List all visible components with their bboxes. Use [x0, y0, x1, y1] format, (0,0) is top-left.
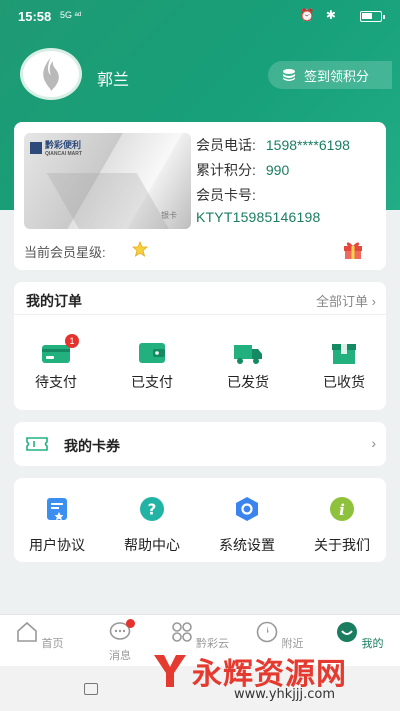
network-indicator: 5G ᵃᵈ	[60, 10, 82, 20]
watermark-logo-icon	[154, 655, 186, 687]
gift-icon[interactable]	[342, 238, 364, 260]
ticket-icon	[26, 437, 48, 451]
divider	[14, 314, 386, 315]
card-brand-en: QIANCAI MART	[45, 151, 82, 157]
tab-home[interactable]: 首页	[10, 621, 70, 651]
tab-label: 消息	[109, 650, 131, 662]
unread-dot	[126, 619, 135, 628]
signin-points-button[interactable]: 签到领积分	[268, 61, 392, 89]
wallet-card-icon: 1	[41, 334, 79, 366]
vip-card-image[interactable]: 黔彩便利 QIANCAI MART 银卡	[24, 133, 191, 229]
watermark-url: www.yhkjjj.com	[234, 687, 336, 702]
apps-icon	[172, 622, 192, 642]
flame-logo-icon	[43, 57, 59, 91]
phone-label: 会员电话:	[196, 137, 256, 153]
order-pending-payment[interactable]: 1 待支付	[16, 334, 96, 392]
svg-text:i: i	[339, 501, 345, 519]
order-received[interactable]: 已收货	[304, 340, 384, 392]
coins-icon	[283, 69, 295, 81]
signin-label: 签到领积分	[304, 68, 370, 84]
tool-label: 关于我们	[314, 537, 370, 553]
orders-card: 我的订单 全部订单 › 1 待支付 已支付 已发货 已收货	[14, 282, 386, 410]
member-phone-row: 会员电话: 1598****6198	[196, 135, 350, 155]
help-center-button[interactable]: ? 帮助中心	[107, 496, 197, 555]
order-item-label: 已支付	[131, 374, 173, 390]
tool-label: 系统设置	[219, 537, 275, 553]
box-icon	[329, 340, 359, 366]
message-icon	[109, 619, 135, 643]
orders-title: 我的订单	[26, 293, 82, 309]
star-level-label: 当前会员星级:	[24, 245, 106, 260]
card-brand-name: 黔彩便利	[45, 140, 82, 150]
card-brand-logo: 黔彩便利 QIANCAI MART	[30, 138, 82, 157]
compass-icon	[257, 621, 278, 643]
star-icon	[132, 241, 148, 257]
user-agreement-button[interactable]: 用户协议	[12, 496, 102, 555]
pending-badge: 1	[65, 334, 79, 348]
tools-card: 用户协议 ? 帮助中心 系统设置 i 关于我们	[14, 478, 386, 562]
chevron-right-icon: ›	[371, 435, 376, 451]
status-bar: 15:58 5G ᵃᵈ ⏰ ✱	[0, 0, 400, 34]
recent-apps-icon[interactable]	[84, 683, 98, 695]
chevron-right-icon: ›	[371, 294, 376, 309]
tool-label: 帮助中心	[124, 537, 180, 553]
info-icon: i	[330, 497, 354, 521]
settings-icon	[236, 497, 258, 521]
card-no-value: KTYT15985146198	[196, 209, 321, 225]
coupons-label: 我的卡券	[64, 438, 120, 454]
order-item-label: 已收货	[323, 374, 365, 390]
watermark: 永辉资源网 www.yhkjjj.com	[148, 647, 398, 707]
my-coupons-row[interactable]: 我的卡券 ›	[14, 422, 386, 466]
tab-label: 首页	[41, 638, 64, 650]
order-shipped[interactable]: 已发货	[208, 340, 288, 392]
tab-messages[interactable]: 消息	[90, 619, 150, 663]
username: 郭兰	[97, 72, 130, 89]
order-item-label: 已发货	[227, 374, 269, 390]
card-type: 银卡	[161, 211, 177, 220]
status-icons: ⏰ ✱	[299, 8, 340, 22]
about-us-button[interactable]: i 关于我们	[297, 496, 387, 555]
tool-label: 用户协议	[29, 537, 85, 553]
order-item-label: 待支付	[35, 374, 77, 390]
member-card: 黔彩便利 QIANCAI MART 银卡 会员电话: 1598****6198 累…	[14, 122, 386, 270]
home-icon	[17, 621, 38, 642]
all-orders-link[interactable]: 全部订单 ›	[316, 291, 376, 310]
system-settings-button[interactable]: 系统设置	[202, 496, 292, 555]
avatar[interactable]	[20, 48, 82, 100]
order-paid[interactable]: 已支付	[112, 340, 192, 392]
document-icon	[47, 498, 67, 521]
profile-icon	[337, 622, 358, 642]
wallet-icon	[137, 340, 167, 366]
truck-icon	[233, 340, 263, 366]
points-label: 累计积分:	[196, 162, 256, 178]
phone-value: 1598****6198	[265, 137, 350, 153]
status-time: 15:58	[18, 9, 52, 24]
points-value: 990	[265, 162, 290, 178]
battery-icon	[360, 11, 385, 22]
all-orders-label: 全部订单	[316, 294, 369, 309]
svg-text:?: ?	[148, 501, 157, 519]
help-icon: ?	[140, 497, 164, 521]
member-points-row: 累计积分: 990	[196, 160, 289, 180]
card-no-label: 会员卡号:	[196, 187, 256, 203]
